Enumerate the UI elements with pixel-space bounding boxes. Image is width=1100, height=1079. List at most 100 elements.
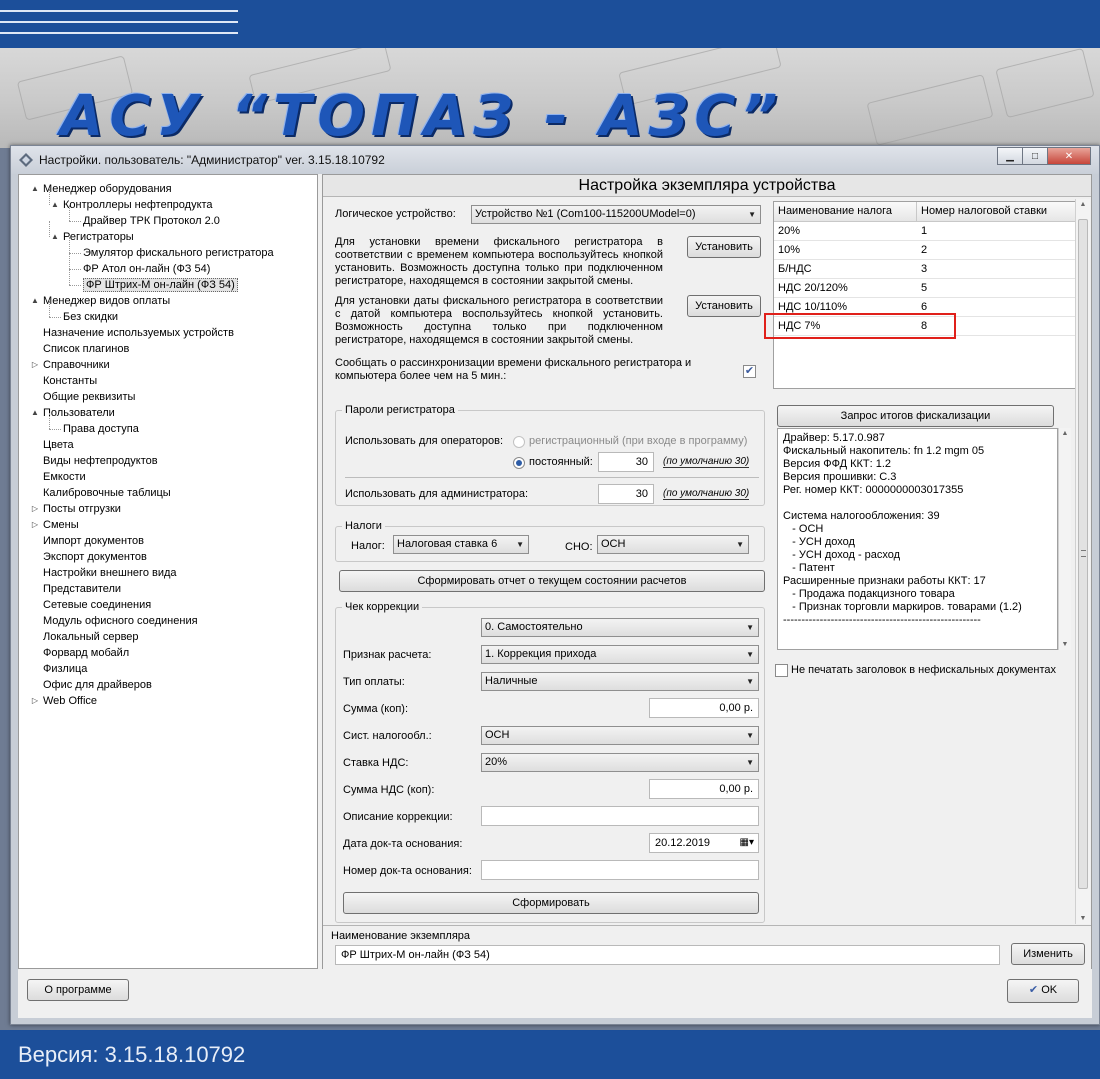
collapse-icon[interactable]: ▲ <box>31 293 39 309</box>
tree-item[interactable]: Посты отгрузки <box>43 501 121 517</box>
fiscal-info-line: Фискальный накопитель: fn 1.2 mgm 05 <box>783 445 985 457</box>
doc-date-picker[interactable]: 20.12.2019 ▦▾ <box>649 833 759 853</box>
tree-item[interactable]: Экспорт документов <box>43 549 147 565</box>
tax-rate-number-cell: 2 <box>921 244 928 256</box>
fiscal-info-line: - Продажа подакцизного товара <box>783 588 955 600</box>
fiscal-totals-request-button[interactable]: Запрос итогов фискализации <box>777 405 1054 427</box>
sno-select[interactable]: ОСН ▼ <box>597 535 749 554</box>
expand-icon[interactable]: ▷ <box>31 693 39 709</box>
current-state-report-button[interactable]: Сформировать отчет о текущем состоянии р… <box>339 570 765 592</box>
tree-item[interactable]: Менеджер оборудования <box>43 181 172 197</box>
tree-item[interactable]: Назначение используемых устройств <box>43 325 234 341</box>
calendar-icon[interactable]: ▦▾ <box>740 834 754 852</box>
instance-name-input[interactable]: ФР Штрих-М он-лайн (ФЗ 54) <box>335 945 1000 965</box>
tree-item[interactable]: Драйвер ТРК Протокол 2.0 <box>83 213 220 229</box>
permanent-password-radio[interactable] <box>513 457 525 469</box>
tree-item[interactable]: Сетевые соединения <box>43 597 151 613</box>
collapse-icon[interactable]: ▲ <box>51 197 59 213</box>
desync-checkbox[interactable]: ✔ <box>743 365 756 378</box>
tree-item-label: Экспорт документов <box>43 551 147 563</box>
scroll-down-icon[interactable]: ▼ <box>1059 641 1071 648</box>
collapse-icon[interactable]: ▲ <box>31 181 39 197</box>
admin-password-input[interactable]: 30 <box>598 484 654 504</box>
scroll-up-icon[interactable]: ▲ <box>1059 430 1071 437</box>
scroll-down-icon[interactable]: ▼ <box>1076 915 1090 922</box>
tax-name-column-header[interactable]: Наименование налога <box>778 205 892 217</box>
tree-item-label: Справочники <box>43 359 110 371</box>
tree-item[interactable]: Модуль офисного соединения <box>43 613 198 629</box>
tree-item[interactable]: Импорт документов <box>43 533 144 549</box>
correction-mode-select[interactable]: 0. Самостоятельно ▼ <box>481 618 759 637</box>
maximize-button[interactable]: □ <box>1022 147 1048 165</box>
correction-description-input[interactable] <box>481 806 759 826</box>
panel-scroll-thumb[interactable] <box>1078 219 1088 889</box>
tree-item-label: Контроллеры нефтепродукта <box>63 199 213 211</box>
calc-sign-select[interactable]: 1. Коррекция прихода ▼ <box>481 645 759 664</box>
settings-tree[interactable]: Менеджер оборудования ▲ Контроллеры нефтеп… <box>18 174 318 969</box>
tree-item[interactable]: Справочники <box>43 357 110 373</box>
scroll-up-icon[interactable]: ▲ <box>1076 201 1090 208</box>
tree-item[interactable]: Офис для драйверов <box>43 677 152 693</box>
window-titlebar[interactable]: Настройки. пользователь: "Администратор"… <box>11 146 1099 174</box>
no-header-checkbox[interactable] <box>775 664 788 677</box>
collapse-icon[interactable]: ▲ <box>31 405 39 421</box>
tree-item[interactable]: Форвард мобайл <box>43 645 129 661</box>
tree-item[interactable]: ФР Штрих-М он-лайн (ФЗ 54) <box>83 277 238 293</box>
tree-item[interactable]: Контроллеры нефтепродукта <box>63 197 213 213</box>
expand-icon[interactable]: ▷ <box>31 517 39 533</box>
tree-item[interactable]: Константы <box>43 373 97 389</box>
tree-item[interactable]: Менеджер видов оплаты <box>43 293 170 309</box>
tree-item[interactable]: Права доступа <box>63 421 139 437</box>
tree-item[interactable]: Калибровочные таблицы <box>43 485 171 501</box>
expand-icon[interactable]: ▷ <box>31 501 39 517</box>
tax-table-row[interactable]: НДС 20/120% 5 <box>774 279 1078 298</box>
close-button[interactable]: ✕ <box>1047 147 1091 165</box>
operator-password-input[interactable]: 30 <box>598 452 654 472</box>
tree-item[interactable]: Без скидки <box>63 309 118 325</box>
tax-select[interactable]: Налоговая ставка 6 ▼ <box>393 535 529 554</box>
fiscal-info-scrollbar[interactable]: ▲ ▼ <box>1058 428 1071 650</box>
tax-table-row[interactable]: 20% 1 <box>774 222 1078 241</box>
tree-item[interactable]: Пользователи <box>43 405 115 421</box>
fiscal-info-line: Версия ФФД ККТ: 1.2 <box>783 458 892 470</box>
tax-table-row[interactable]: Б/НДС 3 <box>774 260 1078 279</box>
fiscal-info-line: Расширенные признаки работы ККТ: 17 <box>783 575 986 587</box>
tax-name-cell: 10% <box>778 244 801 256</box>
minimize-button[interactable]: ▁ <box>997 147 1023 165</box>
tree-item[interactable]: Цвета <box>43 437 74 453</box>
sno-label: СНО: <box>565 541 593 553</box>
tree-item[interactable]: Смены <box>43 517 79 533</box>
tree-item[interactable]: Емкости <box>43 469 86 485</box>
vat-sum-input[interactable]: 0,00 р. <box>649 779 759 799</box>
tree-item[interactable]: Физлица <box>43 661 87 677</box>
set-time-button[interactable]: Установить <box>687 236 761 258</box>
tree-item[interactable]: Настройки внешнего вида <box>43 565 177 581</box>
collapse-icon[interactable]: ▲ <box>51 229 59 245</box>
expand-icon[interactable]: ▷ <box>31 357 39 373</box>
panel-scrollbar[interactable]: ▲ ▼ <box>1075 199 1090 924</box>
logical-device-select[interactable]: Устройство №1 (Com100-115200UModel=0) ▼ <box>471 205 761 224</box>
tree-item[interactable]: Общие реквизиты <box>43 389 135 405</box>
tax-table-row[interactable]: 10% 2 <box>774 241 1078 260</box>
tree-item[interactable]: Представители <box>43 581 121 597</box>
create-correction-button[interactable]: Сформировать <box>343 892 759 914</box>
tree-item[interactable]: Web Office <box>43 693 97 709</box>
tree-item[interactable]: Эмулятор фискального регистратора <box>83 245 274 261</box>
tree-item[interactable]: Список плагинов <box>43 341 129 357</box>
tax-system-select[interactable]: ОСН ▼ <box>481 726 759 745</box>
tree-item[interactable]: Локальный сервер <box>43 629 139 645</box>
tree-item[interactable]: Регистраторы <box>63 229 134 245</box>
registration-password-radio[interactable] <box>513 436 525 448</box>
doc-number-input[interactable] <box>481 860 759 880</box>
tree-item-label: Представители <box>43 583 122 595</box>
sum-input[interactable]: 0,00 р. <box>649 698 759 718</box>
payment-type-select[interactable]: Наличные ▼ <box>481 672 759 691</box>
about-button[interactable]: О программе <box>27 979 129 1001</box>
tree-item[interactable]: ФР Атол он-лайн (ФЗ 54) <box>83 261 210 277</box>
tree-item[interactable]: Виды нефтепродуктов <box>43 453 158 469</box>
vat-rate-select[interactable]: 20% ▼ <box>481 753 759 772</box>
set-date-button[interactable]: Установить <box>687 295 761 317</box>
change-name-button[interactable]: Изменить <box>1011 943 1085 965</box>
tax-rate-number-column-header[interactable]: Номер налоговой ставки <box>921 205 1047 217</box>
ok-button[interactable]: ✔ OK <box>1007 979 1079 1003</box>
